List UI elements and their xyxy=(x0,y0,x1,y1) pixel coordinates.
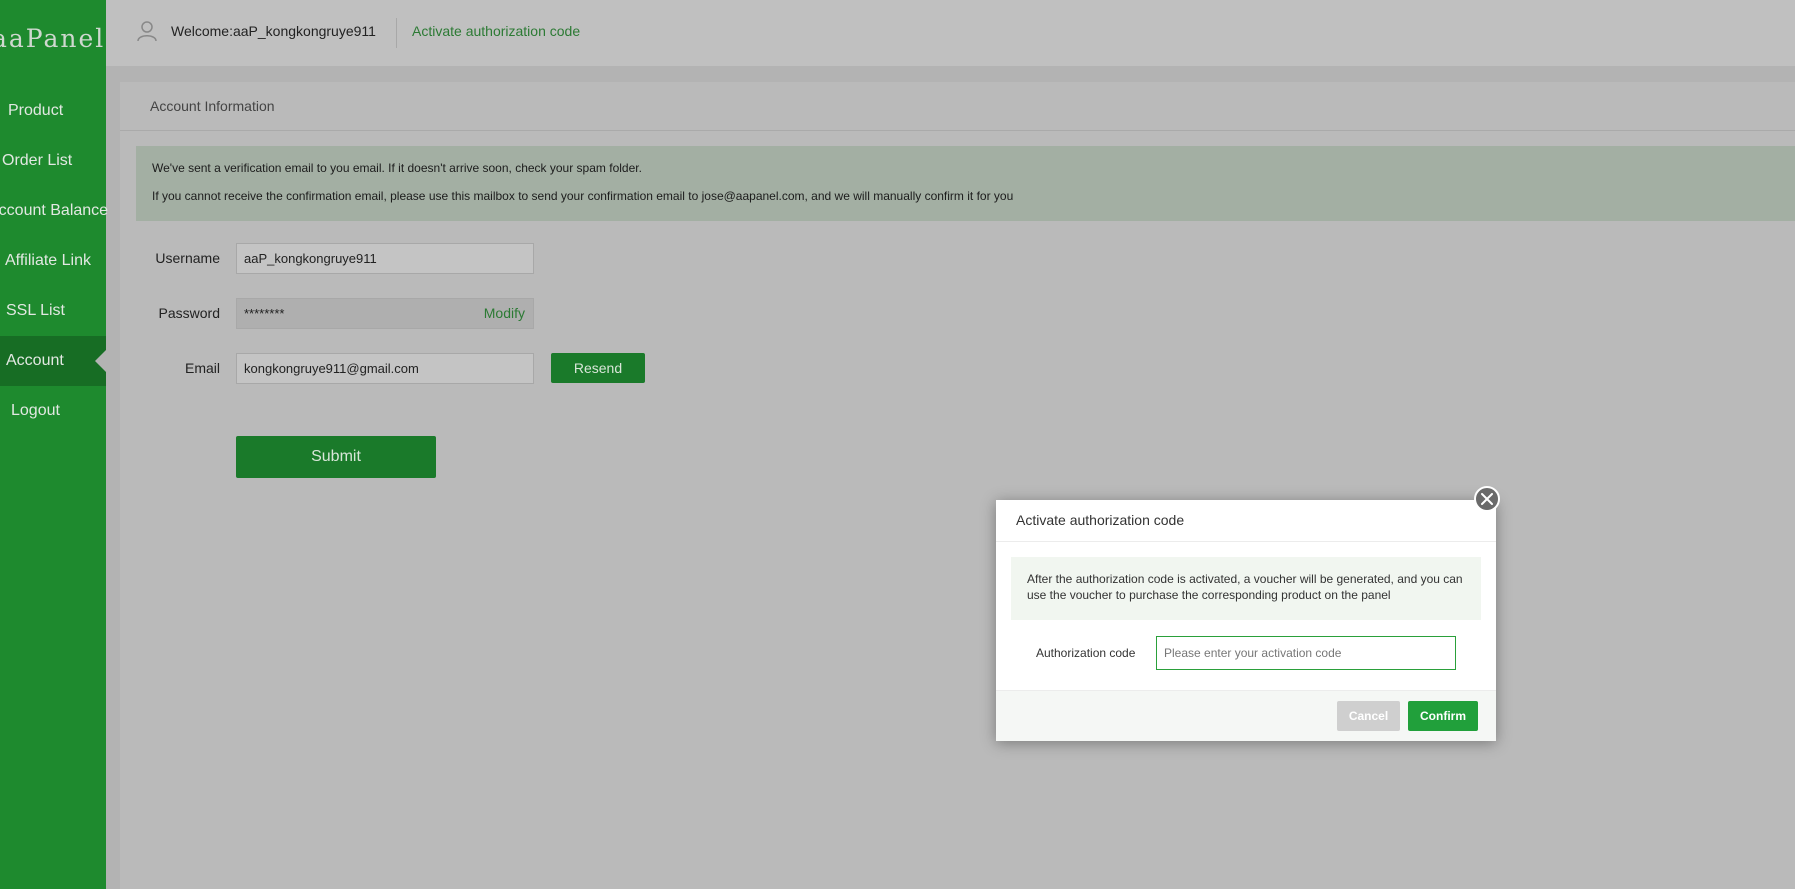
sidebar-item-account-balance[interactable]: Account Balance xyxy=(0,186,109,236)
dialog-title: Activate authorization code xyxy=(996,500,1496,542)
email-label: Email xyxy=(184,360,220,376)
sidebar-item-label: Order List xyxy=(2,152,73,169)
password-value: ******** xyxy=(244,306,285,321)
cancel-button[interactable]: Cancel xyxy=(1337,701,1400,731)
account-panel: Account Information We've sent a verific… xyxy=(120,82,1795,889)
sidebar: aaPanel Product Order List Account Balan… xyxy=(0,0,109,889)
notice-line-2: If you cannot receive the confirmation e… xyxy=(152,189,1014,203)
dialog-notice: After the authorization code is activate… xyxy=(1011,557,1481,620)
page-title: Account Information xyxy=(150,98,275,114)
close-button[interactable] xyxy=(1474,486,1500,512)
confirm-button[interactable]: Confirm xyxy=(1408,701,1478,731)
dialog-footer: Cancel Confirm xyxy=(996,690,1496,741)
sidebar-item-order-list[interactable]: Order List xyxy=(0,136,106,186)
sidebar-item-label: Logout xyxy=(11,402,60,419)
verification-notice: We've sent a verification email to you e… xyxy=(136,146,1795,221)
sidebar-item-label: Account xyxy=(6,352,64,369)
email-field[interactable]: kongkongruye911@gmail.com xyxy=(236,353,534,384)
username-label: Username xyxy=(155,250,220,266)
sidebar-item-label: SSL List xyxy=(6,302,65,319)
close-icon xyxy=(1481,493,1493,505)
authorization-code-label: Authorization code xyxy=(1036,646,1136,660)
notice-line-1: We've sent a verification email to you e… xyxy=(152,161,642,175)
sidebar-item-product[interactable]: Product xyxy=(0,86,106,136)
sidebar-item-label: Affiliate Link xyxy=(5,252,91,269)
top-bar: Welcome:aaP_kongkongruye911 Activate aut… xyxy=(106,0,1795,66)
title-divider xyxy=(120,130,1795,131)
modify-password-link[interactable]: Modify xyxy=(484,299,525,328)
password-field[interactable]: ******** Modify xyxy=(236,298,534,329)
brand-logo: aaPanel xyxy=(0,24,106,53)
welcome-text: Welcome:aaP_kongkongruye911 xyxy=(171,23,376,39)
username-field[interactable]: aaP_kongkongruye911 xyxy=(236,243,534,274)
resend-button[interactable]: Resend xyxy=(551,353,645,383)
sidebar-item-affiliate-link[interactable]: Affiliate Link xyxy=(0,236,106,286)
sidebar-item-label: Account Balance xyxy=(0,202,109,219)
submit-button[interactable]: Submit xyxy=(236,436,436,478)
header-divider xyxy=(396,18,397,48)
activate-authorization-link[interactable]: Activate authorization code xyxy=(412,23,580,39)
sidebar-item-account[interactable]: Account xyxy=(0,336,106,386)
activate-code-dialog: Activate authorization code After the au… xyxy=(996,486,1500,741)
sidebar-nav: Product Order List Account Balance Affil… xyxy=(0,86,109,436)
user-icon xyxy=(136,20,158,42)
authorization-code-input[interactable] xyxy=(1156,636,1456,670)
password-label: Password xyxy=(158,305,220,321)
sidebar-item-ssl-list[interactable]: SSL List xyxy=(0,286,106,336)
sidebar-item-logout[interactable]: Logout xyxy=(0,386,106,436)
sidebar-item-label: Product xyxy=(8,102,64,119)
